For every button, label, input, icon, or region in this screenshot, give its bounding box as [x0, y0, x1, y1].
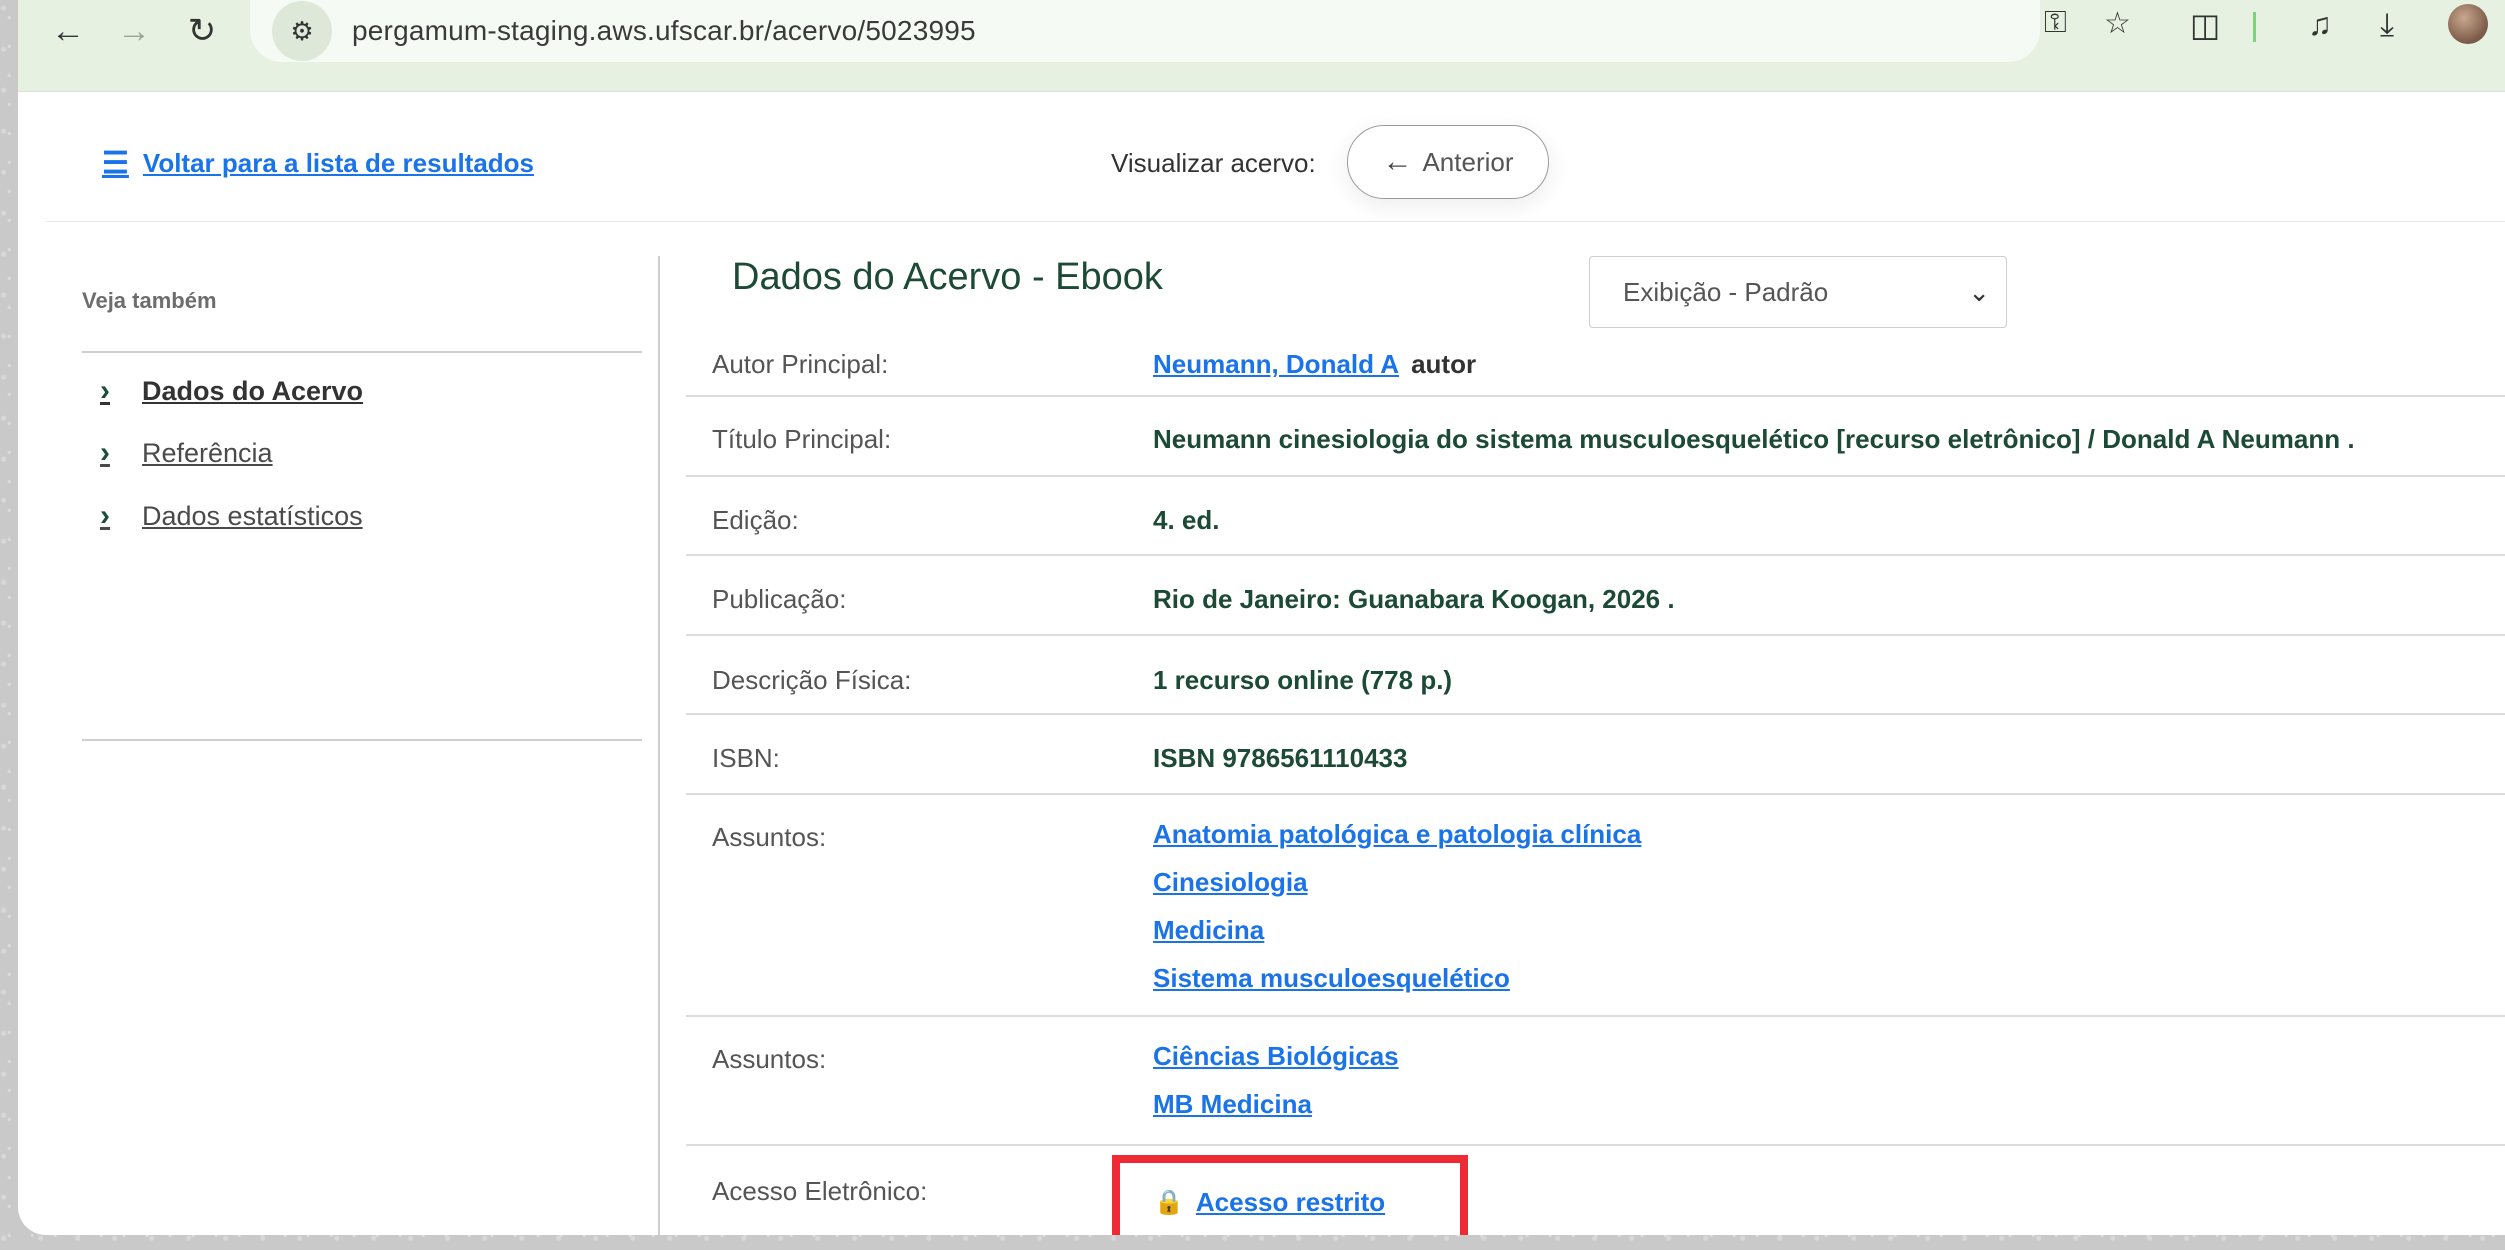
row-edition: Edição: 4. ed. — [686, 477, 2505, 556]
translate-icon[interactable]: ⚿ — [2044, 6, 2067, 40]
subject-link[interactable]: Cinesiologia — [1153, 858, 1641, 906]
edition-value: 4. ed. — [1153, 505, 1220, 535]
bookmark-star-icon[interactable]: ☆ — [2104, 6, 2131, 41]
physical-value: 1 recurso online (778 p.) — [1153, 665, 1453, 695]
page-title: Dados do Acervo - Ebook — [732, 256, 1163, 298]
electronic-access-link[interactable]: 🔒 Acesso restrito — [1154, 1187, 1385, 1218]
back-arrow-icon[interactable]: ← — [44, 0, 92, 62]
author-role: autor — [1411, 349, 1477, 379]
field-label: Descrição Física: — [712, 665, 912, 695]
row-electronic-access: Acesso Eletrônico: — [686, 1146, 2505, 1206]
subjects-list: Anatomia patológica e patologia clínica … — [1153, 810, 1641, 1002]
publication-value: Rio de Janeiro: Guanabara Koogan, 2026 . — [1153, 584, 1675, 614]
sidebar-item-dados-estatisticos[interactable]: › Dados estatísticos — [100, 499, 363, 533]
row-author: Autor Principal: Neumann, Donald A autor — [686, 338, 2505, 397]
row-physical-description: Descrição Física: 1 recurso online (778 … — [686, 636, 2505, 715]
download-icon[interactable]: ⤓ — [2380, 6, 2394, 44]
record-navigation-bar: ☰ Voltar para a lista de resultados Visu… — [46, 92, 2505, 222]
media-control-icon[interactable]: ♫ — [2308, 6, 2332, 43]
forward-arrow-icon[interactable]: → — [110, 0, 158, 62]
sidebar-divider-top — [82, 351, 642, 353]
row-subjects-1: Assuntos: Anatomia patológica e patologi… — [686, 795, 2505, 1017]
record-details-table: Autor Principal: Neumann, Donald Aautor … — [686, 338, 2505, 1206]
lock-icon: 🔒 — [1154, 1189, 1184, 1216]
restricted-access-link[interactable]: Acesso restrito — [1196, 1187, 1385, 1218]
subject-link[interactable]: Anatomia patológica e patologia clínica — [1153, 810, 1641, 858]
field-value: Neumann, Donald A autor — [1153, 349, 1476, 380]
subject-link[interactable]: Ciências Biológicas — [1153, 1032, 1399, 1080]
field-label: Autor Principal: — [712, 349, 889, 379]
subject-link[interactable]: Medicina — [1153, 906, 1641, 954]
subject-link[interactable]: MB Medicina — [1153, 1080, 1399, 1128]
display-mode-select[interactable]: Exibição - Padrão ⌄ — [1589, 256, 2007, 328]
chevron-right-icon: › — [100, 499, 110, 532]
back-to-results-label[interactable]: Voltar para a lista de resultados — [143, 148, 534, 179]
subject-link[interactable]: Sistema musculoesquelético — [1153, 954, 1641, 1002]
previous-button-label: Anterior — [1422, 146, 1514, 177]
profile-avatar[interactable] — [2448, 4, 2488, 44]
address-bar[interactable]: ⚙ pergamum-staging.aws.ufscar.br/acervo/… — [250, 0, 2131, 62]
sidebar-divider-bottom — [82, 739, 642, 741]
reload-icon[interactable]: ↻ — [178, 0, 226, 62]
browser-toolbar: ← → ↻ ⚙ pergamum-staging.aws.ufscar.br/a… — [18, 0, 2505, 92]
browser-window: ← → ↻ ⚙ pergamum-staging.aws.ufscar.br/a… — [18, 0, 2505, 1235]
list-icon: ☰ — [102, 147, 129, 180]
chevron-right-icon: › — [100, 374, 110, 407]
site-settings-icon[interactable]: ⚙ — [272, 1, 332, 61]
row-isbn: ISBN: ISBN 9786561110433 — [686, 715, 2505, 795]
author-link[interactable]: Neumann, Donald A — [1153, 349, 1399, 379]
sidebar-item-dados-do-acervo[interactable]: › Dados do Acervo — [100, 374, 363, 408]
sidebar-item-label[interactable]: Dados estatísticos — [142, 501, 363, 532]
field-label: Assuntos: — [712, 822, 827, 852]
page-content: ☰ Voltar para a lista de resultados Visu… — [18, 92, 2505, 1235]
arrow-left-icon: ← — [1382, 145, 1413, 178]
chevron-down-icon: ⌄ — [1968, 276, 1990, 307]
row-title: Título Principal: Neumann cinesiologia d… — [686, 397, 2505, 477]
view-record-label: Visualizar acervo: — [1111, 148, 1316, 178]
field-label: Título Principal: — [712, 424, 892, 454]
field-label: Assuntos: — [712, 1044, 827, 1074]
row-publication: Publicação: Rio de Janeiro: Guanabara Ko… — [686, 556, 2505, 636]
toolbar-divider — [2253, 12, 2256, 42]
sidebar-item-referencia[interactable]: › Referência — [100, 436, 273, 470]
field-label: Edição: — [712, 505, 799, 535]
row-subjects-2: Assuntos: Ciências Biológicas MB Medicin… — [686, 1017, 2505, 1146]
field-label: Acesso Eletrônico: — [712, 1176, 928, 1206]
url-text[interactable]: pergamum-staging.aws.ufscar.br/acervo/50… — [352, 15, 976, 47]
isbn-value: ISBN 9786561110433 — [1153, 743, 1408, 773]
extensions-icon[interactable]: ◫ — [2190, 6, 2220, 44]
title-value: Neumann cinesiologia do sistema musculoe… — [1153, 424, 2355, 454]
display-mode-value: Exibição - Padrão — [1623, 276, 1829, 307]
sidebar-item-label[interactable]: Dados do Acervo — [142, 376, 363, 407]
back-to-results-link[interactable]: ☰ Voltar para a lista de resultados — [102, 146, 534, 181]
field-label: Publicação: — [712, 584, 847, 614]
sidebar-title: Veja também — [82, 288, 217, 313]
content-divider — [658, 256, 660, 1235]
field-label: ISBN: — [712, 743, 780, 773]
previous-button[interactable]: ← Anterior — [1347, 125, 1549, 199]
sidebar-item-label[interactable]: Referência — [142, 438, 273, 469]
subjects-list: Ciências Biológicas MB Medicina — [1153, 1032, 1399, 1128]
chevron-right-icon: › — [100, 436, 110, 469]
